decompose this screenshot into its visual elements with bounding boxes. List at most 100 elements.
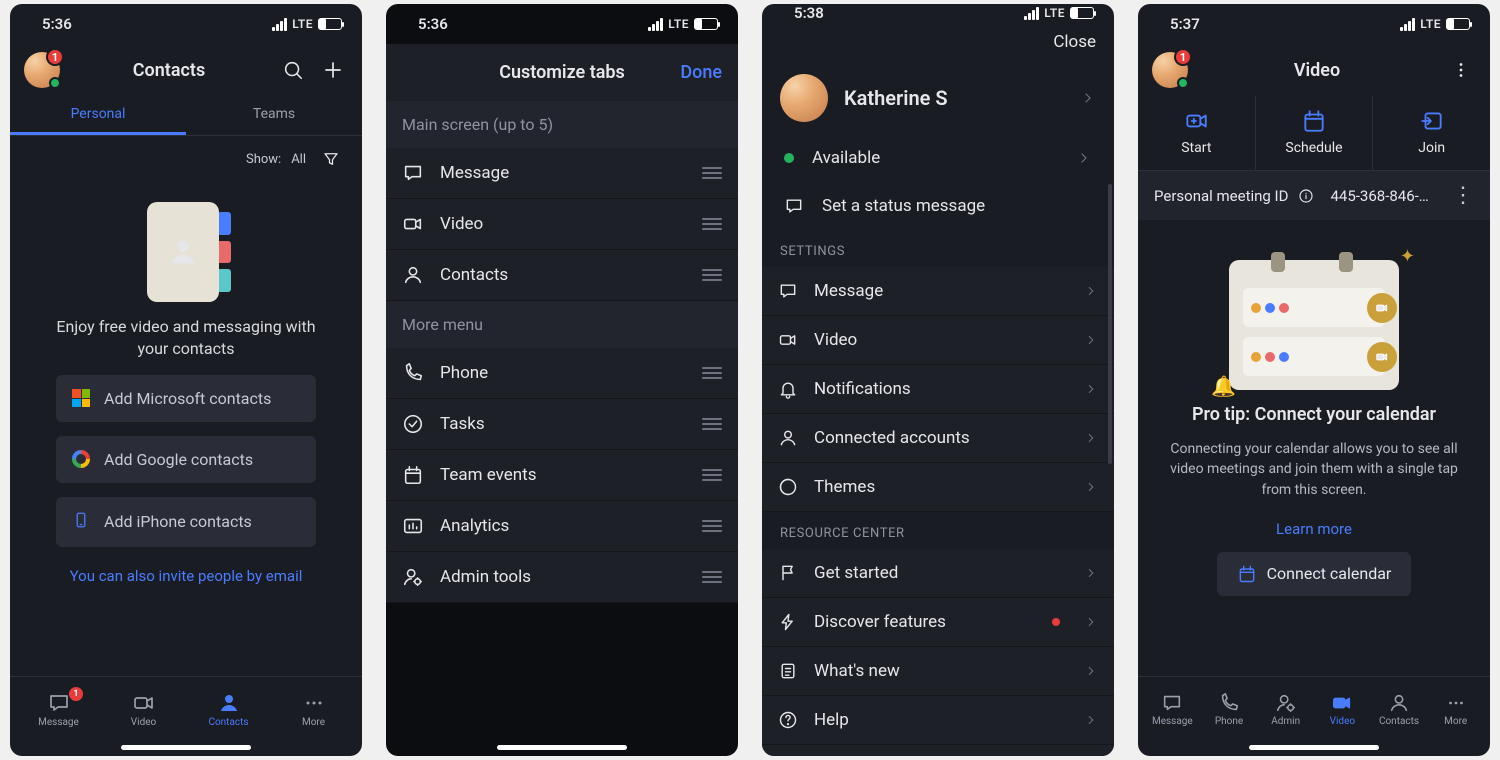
chevron-right-icon bbox=[1084, 382, 1098, 396]
tab-label: More bbox=[1444, 716, 1467, 727]
more-icon[interactable] bbox=[1446, 55, 1476, 85]
filter-value[interactable]: All bbox=[291, 152, 306, 167]
section-settings: SETTINGS bbox=[762, 230, 1114, 267]
row-label: Message bbox=[814, 281, 883, 301]
settings-connected-accounts[interactable]: Connected accounts bbox=[762, 414, 1114, 463]
home-indicator[interactable] bbox=[1249, 745, 1379, 750]
settings-themes[interactable]: Themes bbox=[762, 463, 1114, 512]
chevron-right-icon bbox=[1084, 431, 1098, 445]
tab-video[interactable]: Video bbox=[1314, 692, 1371, 727]
tab-label: Video bbox=[1330, 716, 1355, 727]
network-label: LTE bbox=[668, 17, 689, 31]
schedule-button[interactable]: Schedule bbox=[1255, 96, 1373, 170]
signal-icon bbox=[1024, 7, 1039, 20]
network-label: LTE bbox=[292, 17, 313, 31]
tab-teams[interactable]: Teams bbox=[186, 96, 362, 135]
row-tasks[interactable]: Tasks bbox=[386, 399, 738, 450]
user-icon bbox=[402, 264, 424, 286]
start-button[interactable]: Start bbox=[1138, 96, 1255, 170]
tab-message[interactable]: Message bbox=[1144, 692, 1201, 727]
action-label: Schedule bbox=[1285, 140, 1342, 156]
user-row[interactable]: Katherine S bbox=[762, 62, 1114, 134]
status-time: 5:37 bbox=[1170, 15, 1200, 33]
status-bar: 5:36 LTE bbox=[10, 4, 362, 44]
chevron-right-icon bbox=[1084, 615, 1098, 629]
home-indicator[interactable] bbox=[497, 745, 627, 750]
avatar[interactable]: 1 bbox=[1152, 52, 1188, 88]
avatar-badge: 1 bbox=[46, 48, 64, 66]
settings-message[interactable]: Message bbox=[762, 267, 1114, 316]
settings-notifications[interactable]: Notifications bbox=[762, 365, 1114, 414]
home-indicator[interactable] bbox=[121, 745, 251, 750]
empty-state: Enjoy free video and messaging with your… bbox=[10, 182, 362, 676]
tab-more[interactable]: More bbox=[1427, 692, 1484, 727]
tab-contacts[interactable]: Contacts bbox=[1371, 692, 1428, 727]
filter-icon[interactable] bbox=[316, 144, 346, 174]
drag-handle-icon[interactable] bbox=[702, 367, 722, 379]
tab-label: Contacts bbox=[208, 717, 248, 728]
doc-icon bbox=[778, 661, 798, 681]
scroll-indicator[interactable] bbox=[1108, 184, 1112, 464]
chevron-right-icon bbox=[1080, 90, 1096, 106]
row-label: Help bbox=[814, 710, 849, 730]
row-label: Themes bbox=[814, 477, 875, 497]
close-row: Close bbox=[762, 22, 1114, 62]
drag-handle-icon[interactable] bbox=[702, 469, 722, 481]
done-button[interactable]: Done bbox=[680, 62, 722, 83]
address-book-illustration bbox=[141, 202, 231, 302]
search-icon[interactable] bbox=[278, 55, 308, 85]
row-analytics[interactable]: Analytics bbox=[386, 501, 738, 552]
message-badge: 1 bbox=[69, 687, 83, 701]
chevron-right-icon bbox=[1084, 284, 1098, 298]
check-icon bbox=[402, 413, 424, 435]
tab-personal[interactable]: Personal bbox=[10, 96, 186, 135]
invite-by-email-link[interactable]: You can also invite people by email bbox=[70, 567, 303, 585]
close-button[interactable]: Close bbox=[1053, 32, 1096, 52]
chevron-right-icon bbox=[1076, 150, 1092, 166]
microsoft-icon bbox=[72, 389, 90, 407]
row-phone[interactable]: Phone bbox=[386, 348, 738, 399]
drag-handle-icon[interactable] bbox=[702, 167, 722, 179]
add-microsoft-button[interactable]: Add Microsoft contacts bbox=[56, 375, 316, 422]
presence-dot bbox=[784, 153, 794, 163]
tab-label: Admin bbox=[1271, 716, 1300, 727]
drag-handle-icon[interactable] bbox=[702, 520, 722, 532]
resource-discover[interactable]: Discover features bbox=[762, 598, 1114, 647]
avatar[interactable]: 1 bbox=[24, 52, 60, 88]
drag-handle-icon[interactable] bbox=[702, 269, 722, 281]
resource-feedback[interactable]: Feedback bbox=[762, 745, 1114, 756]
google-icon bbox=[72, 450, 90, 468]
screen-contacts: 5:36 LTE 1 Contacts Personal Teams Show:… bbox=[10, 4, 362, 756]
resource-whats-new[interactable]: What's new bbox=[762, 647, 1114, 696]
info-icon[interactable] bbox=[1298, 188, 1314, 204]
row-admin-tools[interactable]: Admin tools bbox=[386, 552, 738, 603]
connect-calendar-button[interactable]: Connect calendar bbox=[1217, 552, 1412, 596]
resource-get-started[interactable]: Get started bbox=[762, 549, 1114, 598]
tab-contacts[interactable]: Contacts bbox=[186, 691, 271, 728]
settings-video[interactable]: Video bbox=[762, 316, 1114, 365]
row-video[interactable]: Video bbox=[386, 199, 738, 250]
set-status-row[interactable]: Set a status message bbox=[762, 182, 1114, 230]
row-label: Connected accounts bbox=[814, 428, 970, 448]
join-button[interactable]: Join bbox=[1372, 96, 1490, 170]
tab-phone[interactable]: Phone bbox=[1201, 692, 1258, 727]
tab-video[interactable]: Video bbox=[101, 691, 186, 728]
personal-meeting-id-row[interactable]: Personal meeting ID 445-368-846-… ⋮ bbox=[1138, 171, 1490, 220]
presence-row[interactable]: Available bbox=[762, 134, 1114, 182]
row-message[interactable]: Message bbox=[386, 148, 738, 199]
add-icon[interactable] bbox=[318, 55, 348, 85]
pmid-more-icon[interactable]: ⋮ bbox=[1452, 183, 1474, 208]
row-contacts[interactable]: Contacts bbox=[386, 250, 738, 301]
add-iphone-button[interactable]: Add iPhone contacts bbox=[56, 497, 316, 547]
learn-more-link[interactable]: Learn more bbox=[1276, 520, 1352, 538]
row-team-events[interactable]: Team events bbox=[386, 450, 738, 501]
tab-message[interactable]: Message 1 bbox=[16, 691, 101, 728]
add-google-button[interactable]: Add Google contacts bbox=[56, 436, 316, 483]
drag-handle-icon[interactable] bbox=[702, 218, 722, 230]
drag-handle-icon[interactable] bbox=[702, 571, 722, 583]
tab-more[interactable]: More bbox=[271, 691, 356, 728]
drag-handle-icon[interactable] bbox=[702, 418, 722, 430]
tab-admin[interactable]: Admin bbox=[1257, 692, 1314, 727]
resource-help[interactable]: Help bbox=[762, 696, 1114, 745]
video-icon bbox=[402, 213, 424, 235]
